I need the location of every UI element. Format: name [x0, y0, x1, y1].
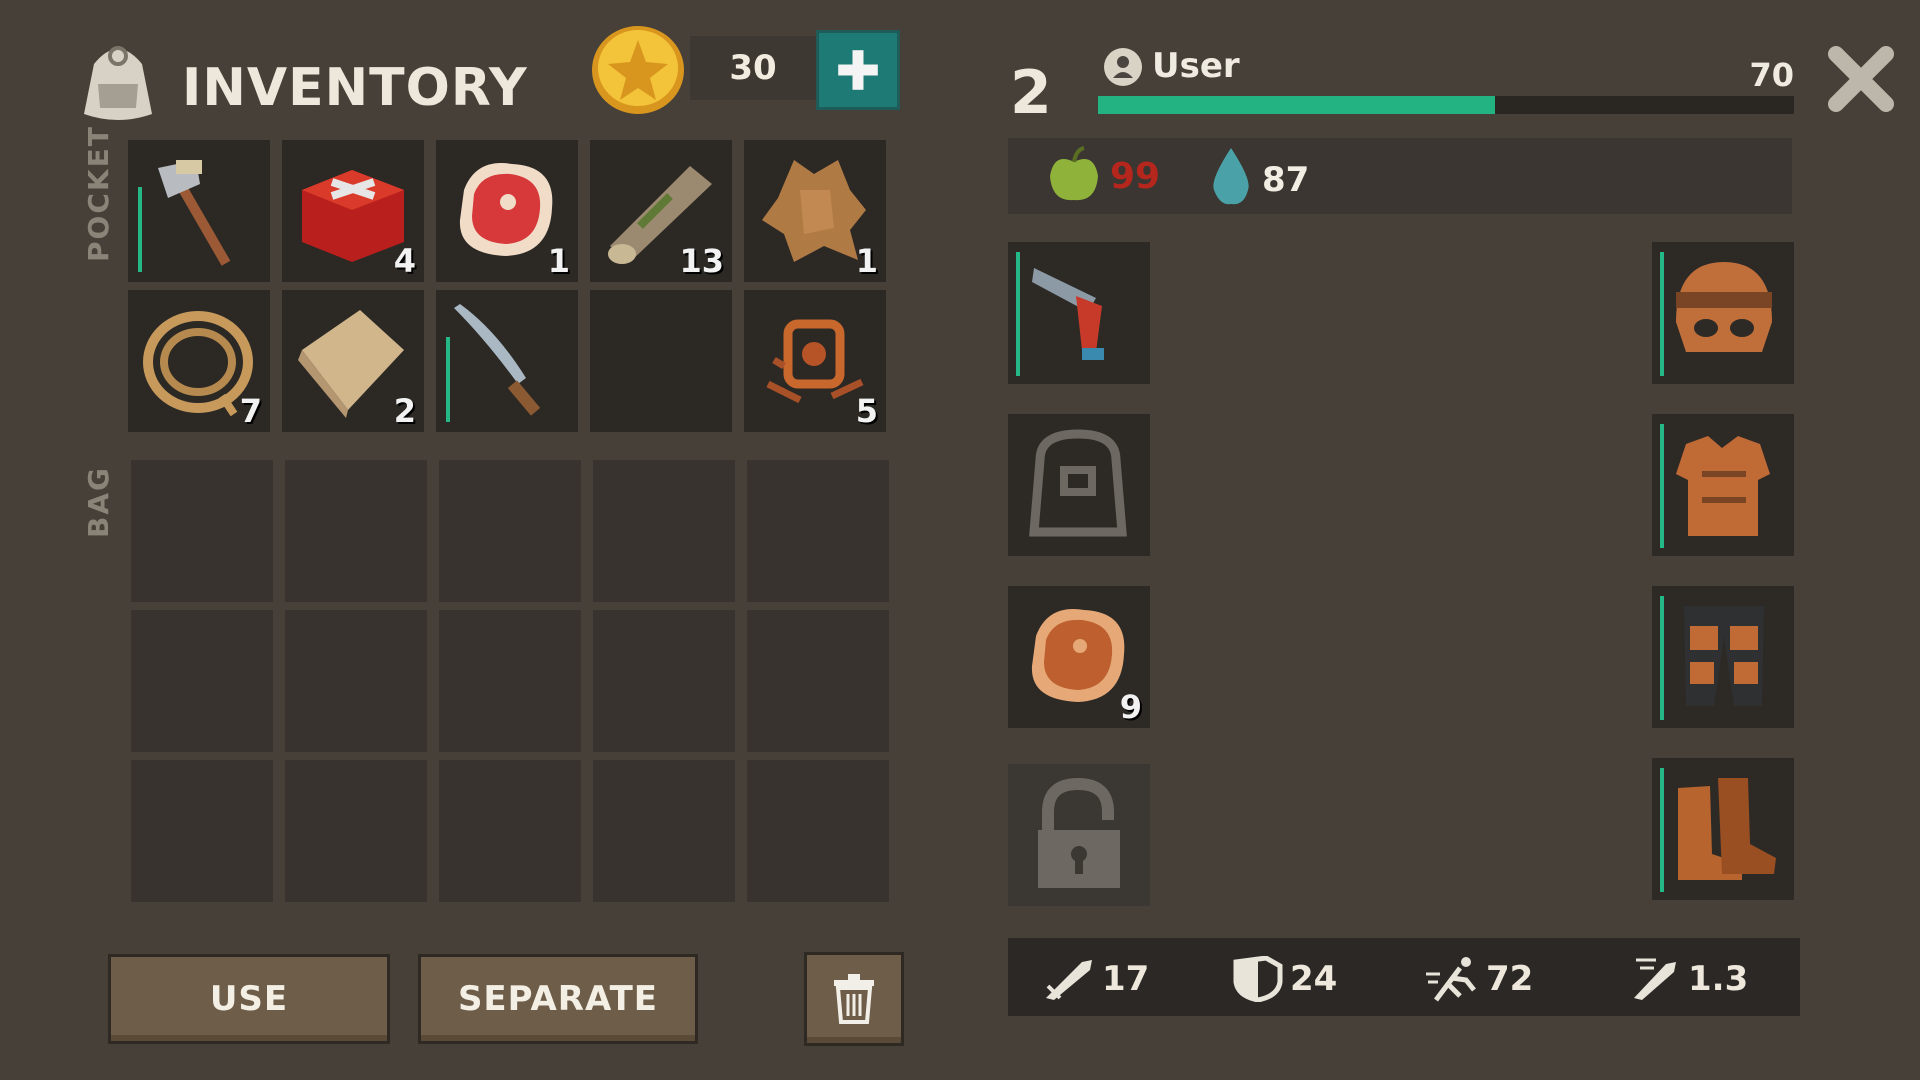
water-value: 87 [1262, 160, 1310, 200]
bag-slot[interactable] [439, 610, 581, 752]
defense-stat: 24 [1230, 956, 1337, 1002]
helmet-icon [1676, 262, 1772, 352]
bag-slot[interactable] [285, 610, 427, 752]
equip-slot-helmet[interactable] [1652, 242, 1794, 384]
equip-slot-food[interactable]: 9 [1008, 586, 1150, 728]
equip-slot-weapon[interactable] [1008, 242, 1150, 384]
pocket-label: POCKET [82, 125, 115, 262]
durability-bar [138, 187, 142, 272]
item-count: 5 [855, 392, 878, 430]
pocket-slot-raw-meat[interactable]: 1 [436, 140, 578, 282]
shield-icon [1233, 956, 1283, 1002]
equip-slot-backpack[interactable] [1008, 414, 1150, 556]
durability-bar [1660, 424, 1664, 548]
item-count: 1 [855, 242, 878, 280]
swing-sword-icon [1634, 958, 1676, 1000]
bag-slot[interactable] [439, 460, 581, 602]
backpack-logo-icon [74, 34, 162, 124]
water-drop-icon [1208, 146, 1254, 206]
item-count: 4 [393, 242, 416, 280]
sword-icon [1046, 960, 1092, 1000]
pocket-slot-log[interactable]: 13 [590, 140, 732, 282]
coin-count: 30 [690, 36, 816, 100]
equip-slot-chest[interactable] [1652, 414, 1794, 556]
user-icon [1104, 48, 1142, 86]
durability-bar [1660, 596, 1664, 720]
attack-speed-value: 1.3 [1688, 959, 1749, 999]
bag-slot[interactable] [593, 610, 735, 752]
running-icon [1426, 957, 1476, 1002]
pocket-slot-red-crate[interactable]: 4 [282, 140, 424, 282]
durability-bar [446, 337, 450, 422]
inventory-title: INVENTORY [182, 58, 528, 118]
equip-slot-locked[interactable] [1008, 764, 1150, 906]
item-count: 7 [239, 392, 262, 430]
leg-armor-icon [1684, 606, 1764, 706]
pocket-slot-leather-hide[interactable]: 1 [744, 140, 886, 282]
stats-bar: 17 24 72 1.3 [1008, 938, 1800, 1016]
durability-bar [1016, 252, 1020, 376]
pocket-slot-hatchet[interactable] [128, 140, 270, 282]
xp-value: 70 [1749, 56, 1794, 94]
bag-slot[interactable] [747, 610, 889, 752]
bag-slot[interactable] [593, 760, 735, 902]
bag-slot[interactable] [131, 610, 273, 752]
trash-icon [834, 974, 874, 1024]
plus-icon [838, 50, 878, 90]
separate-button[interactable]: SEPARATE [418, 954, 698, 1044]
delete-button[interactable] [804, 952, 904, 1046]
lock-icon [1038, 777, 1120, 888]
pocket-slot-scrap-parts[interactable]: 5 [744, 290, 886, 432]
pocket-slot-empty[interactable] [590, 290, 732, 432]
durability-bar [1660, 252, 1664, 376]
use-button[interactable]: USE [108, 954, 390, 1044]
food-value: 99 [1110, 156, 1161, 197]
item-count: 13 [679, 242, 724, 280]
flare-gun-icon [1032, 268, 1104, 360]
player-name: User [1152, 46, 1240, 86]
attack-speed-stat: 1.3 [1628, 956, 1748, 1002]
add-coins-button[interactable] [816, 30, 900, 110]
equip-slot-legs[interactable] [1652, 586, 1794, 728]
pocket-slot-rope[interactable]: 7 [128, 290, 270, 432]
speed-stat: 72 [1426, 956, 1533, 1002]
pocket-slot-cloth[interactable]: 2 [282, 290, 424, 432]
durability-bar [1660, 768, 1664, 892]
bag-slot[interactable] [593, 460, 735, 602]
chest-armor-icon [1676, 436, 1770, 536]
item-count: 9 [1119, 688, 1142, 726]
item-count: 2 [393, 392, 416, 430]
bag-label: BAG [82, 466, 115, 538]
bag-slot[interactable] [285, 760, 427, 902]
defense-value: 24 [1290, 959, 1338, 999]
bag-slot[interactable] [285, 460, 427, 602]
bag-slot[interactable] [439, 760, 581, 902]
bag-slot[interactable] [131, 760, 273, 902]
pocket-slot-machete[interactable] [436, 290, 578, 432]
attack-value: 17 [1102, 959, 1150, 999]
item-count: 1 [547, 242, 570, 280]
machete-icon [454, 304, 541, 416]
speed-value: 72 [1486, 959, 1534, 999]
hatchet-icon [158, 160, 231, 266]
xp-progress-fill [1098, 96, 1495, 114]
close-icon [1828, 46, 1894, 112]
bag-slot[interactable] [747, 460, 889, 602]
coin-icon [588, 22, 688, 118]
bag-slot[interactable] [131, 460, 273, 602]
player-level: 2 [1010, 58, 1052, 128]
attack-stat: 17 [1042, 956, 1149, 1002]
xp-progress-bar [1098, 96, 1794, 114]
backpack-slot-icon [1029, 429, 1127, 537]
boots-icon [1678, 778, 1776, 880]
apple-icon [1046, 146, 1102, 204]
equip-slot-boots[interactable] [1652, 758, 1794, 900]
close-button[interactable] [1826, 44, 1896, 114]
bag-slot[interactable] [747, 760, 889, 902]
